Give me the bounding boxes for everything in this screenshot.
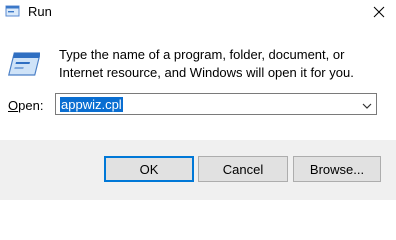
ok-button[interactable]: OK: [104, 156, 194, 182]
close-icon: [373, 6, 385, 18]
title-bar: Run: [0, 0, 396, 24]
browse-button[interactable]: Browse...: [293, 156, 381, 182]
instructions-text: Type the name of a program, folder, docu…: [59, 47, 354, 80]
open-input[interactable]: appwiz.cpl: [60, 97, 123, 112]
cancel-button[interactable]: Cancel: [198, 156, 288, 182]
open-label: Open:: [8, 98, 44, 113]
open-combobox[interactable]: appwiz.cpl: [55, 93, 377, 115]
run-icon-large: [6, 50, 42, 80]
run-icon: [5, 4, 21, 18]
window-title: Run: [28, 4, 52, 19]
chevron-down-icon[interactable]: [361, 99, 373, 109]
close-button[interactable]: [364, 0, 394, 24]
